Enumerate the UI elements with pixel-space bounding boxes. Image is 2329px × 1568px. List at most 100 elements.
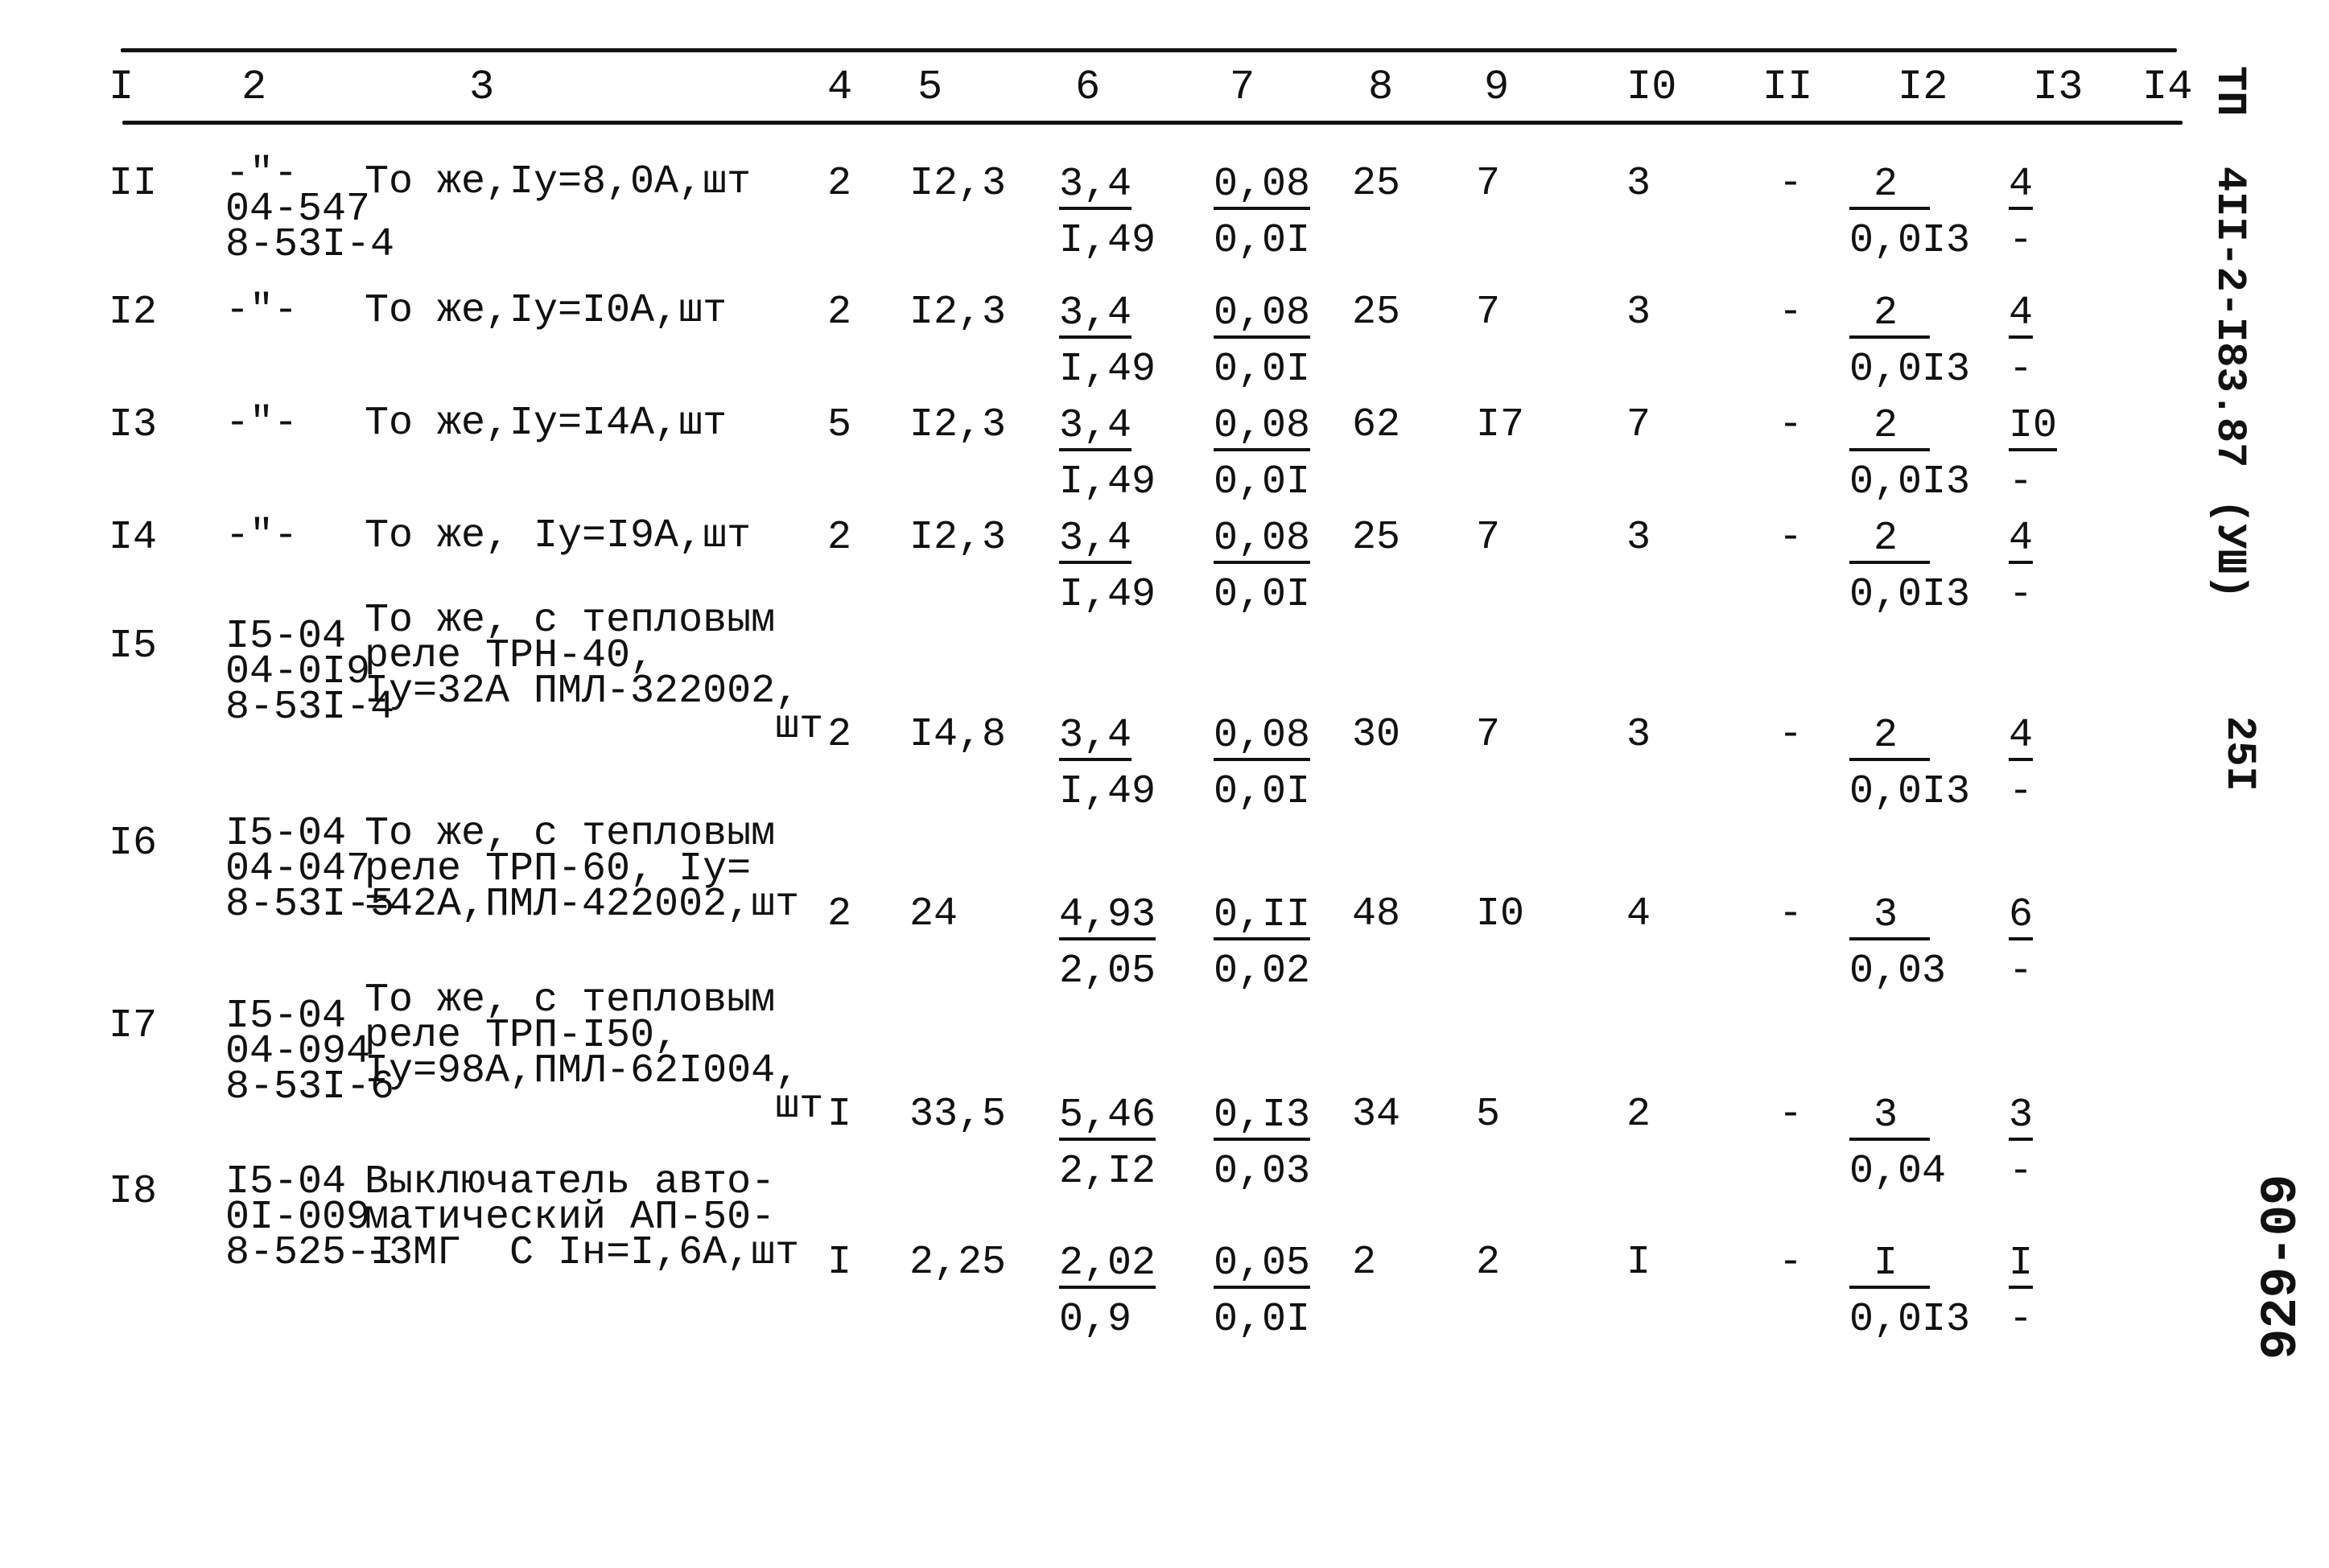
value-col6: 2,02 0,9: [1059, 1244, 1156, 1340]
value-col12-denominator: 0,0I3: [1849, 572, 1971, 618]
value-col7: 0,08 0,0I: [1214, 294, 1311, 390]
value-col8: 30: [1352, 712, 1401, 758]
row-number: II: [109, 161, 158, 207]
column-header-3: 3: [469, 64, 495, 111]
value-col6-denominator: I,49: [1059, 347, 1156, 393]
value-col7: 0,08 0,0I: [1214, 165, 1311, 264]
value-col12-numerator: 2: [1849, 519, 1931, 564]
column-header-12: I2: [1898, 64, 1948, 111]
value-col11: -: [1779, 515, 1803, 561]
row-number: I2: [109, 290, 158, 335]
value-col12: 2 0,0I3: [1849, 716, 1970, 813]
unit-cost: I2,3: [909, 161, 1007, 207]
price-code: -"-: [225, 404, 298, 444]
price-code-line: -"-: [225, 288, 299, 334]
price-code-line: 8-53I-4: [225, 222, 395, 268]
value-col6-denominator: I,49: [1059, 218, 1156, 264]
value-col8: 25: [1352, 515, 1401, 561]
value-col12: 2 0,0I3: [1849, 294, 1970, 390]
value-col7-denominator: 0,0I: [1214, 218, 1311, 264]
value-col13-numerator: 4: [2009, 716, 2034, 761]
quantity: 2: [827, 891, 852, 937]
value-col8: 34: [1352, 1092, 1401, 1138]
column-header-4: 4: [827, 64, 853, 111]
value-col11: -: [1779, 1092, 1803, 1138]
value-col7-denominator: 0,0I: [1214, 459, 1311, 505]
value-col13: 4-: [2009, 165, 2034, 261]
quantity: I: [827, 1240, 852, 1286]
value-col7-numerator: 0,05: [1214, 1244, 1311, 1289]
value-col12: 3 0,03: [1849, 895, 1946, 992]
value-col6-numerator: 3,4: [1059, 519, 1132, 564]
value-col13: 4-: [2009, 519, 2034, 615]
value-col12-denominator: 0,04: [1849, 1149, 1947, 1195]
value-col13-numerator: I0: [2009, 406, 2058, 451]
value-col10: 3: [1626, 161, 1651, 207]
value-col7-numerator: 0,08: [1214, 406, 1311, 451]
item-description: Выключатель авто-матический АП-50- -3МГ С…: [365, 1163, 800, 1276]
value-col12: 2 0,0I3: [1849, 165, 1970, 261]
value-col13-denominator: -: [2009, 1149, 2034, 1195]
value-col7: 0,08 0,0I: [1214, 519, 1311, 615]
value-col6-denominator: 0,9: [1059, 1297, 1132, 1343]
value-col10: 2: [1626, 1092, 1651, 1138]
value-col6: 3,4 I,49: [1059, 406, 1156, 503]
value-col7: 0,I3 0,03: [1214, 1096, 1311, 1192]
value-col9: 7: [1476, 161, 1501, 207]
value-col13-denominator: -: [2009, 347, 2034, 393]
value-col7-numerator: 0,08: [1214, 716, 1311, 761]
value-col6: 4,93 2,05: [1059, 895, 1156, 992]
item-description: То же,Iу=I0А,шт: [365, 288, 728, 334]
value-col13-numerator: 4: [2009, 165, 2034, 210]
description-line: -3МГ С Iн=I,6А,шт: [365, 1230, 800, 1276]
value-col7-numerator: 0,08: [1214, 519, 1311, 564]
description-line: То же,Iу=I4А,шт: [365, 401, 728, 447]
description-line: шт: [365, 1084, 824, 1130]
quantity: 2: [827, 161, 852, 207]
description-line: То же,Iу=I0А,шт: [365, 288, 728, 334]
value-col6-denominator: 2,05: [1059, 949, 1156, 994]
quantity: I: [827, 1092, 852, 1138]
item-description: То же, с тепловым реле ТРН-40, Iу=32А ПМЛ-…: [365, 601, 823, 747]
price-code-line: -"-: [225, 513, 299, 559]
unit-cost: 33,5: [909, 1092, 1007, 1138]
value-col12: I 0,0I3: [1849, 1244, 1970, 1340]
column-header-1: I: [109, 64, 134, 111]
value-col8: 2: [1352, 1240, 1377, 1286]
value-col6-numerator: 2,02: [1059, 1244, 1156, 1289]
value-col7: 0,II 0,02: [1214, 895, 1311, 992]
header-top-rule: [121, 48, 2177, 52]
unit-cost: I2,3: [909, 290, 1007, 335]
value-col7-denominator: 0,0I: [1214, 1297, 1311, 1343]
value-col8: 25: [1352, 161, 1401, 207]
value-col6-numerator: 3,4: [1059, 165, 1132, 210]
value-col13-denominator: -: [2009, 769, 2034, 815]
value-col11: -: [1779, 712, 1803, 758]
header-bottom-rule: [122, 121, 2183, 125]
value-col12-numerator: 2: [1849, 406, 1931, 451]
value-col9: 7: [1476, 515, 1501, 561]
value-col7-numerator: 0,08: [1214, 294, 1311, 339]
margin-stamp: 929-09: [2253, 1174, 2311, 1360]
value-col12-numerator: I: [1849, 1244, 1931, 1289]
row-number: I5: [109, 623, 158, 669]
column-header-2: 2: [241, 64, 267, 111]
value-col8: 62: [1352, 402, 1401, 448]
quantity: 2: [827, 290, 852, 335]
value-col7-numerator: 0,II: [1214, 895, 1311, 940]
value-col6-denominator: I,49: [1059, 459, 1156, 505]
value-col9: 7: [1476, 712, 1501, 758]
item-description: То же, Iу=I9А,шт: [365, 516, 751, 557]
unit-cost: I4,8: [909, 712, 1007, 758]
value-col7-numerator: 0,I3: [1214, 1096, 1311, 1141]
value-col6-denominator: I,49: [1059, 769, 1156, 815]
value-col10: 3: [1626, 712, 1651, 758]
value-col13-denominator: -: [2009, 459, 2034, 505]
value-col12-denominator: 0,0I3: [1849, 218, 1971, 264]
item-description: То же, с тепловым реле ТРП-60, Iу= =42А,ПМ…: [365, 814, 799, 925]
value-col9: I0: [1476, 891, 1525, 937]
margin-section: (УШ): [2206, 499, 2253, 599]
column-header-5: 5: [917, 64, 943, 111]
value-col13: 3-: [2009, 1096, 2034, 1195]
value-col12-denominator: 0,0I3: [1849, 769, 1971, 815]
